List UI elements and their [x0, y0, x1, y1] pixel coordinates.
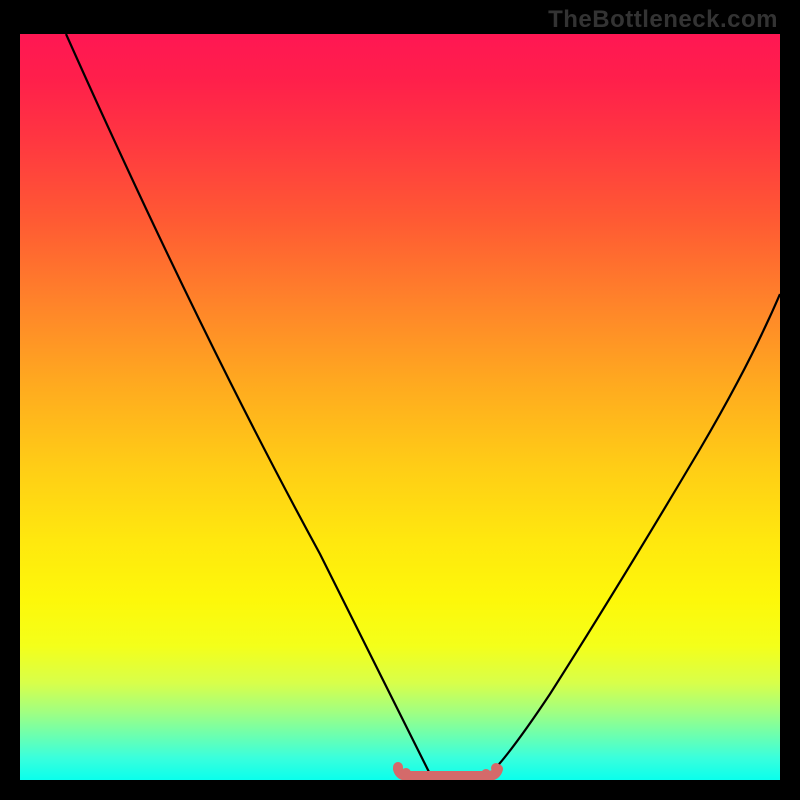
watermark-text: TheBottleneck.com [548, 6, 778, 34]
plot-area [20, 34, 780, 780]
baseline-marker [393, 762, 501, 780]
left-curve-line [66, 34, 430, 774]
right-curve-line [490, 294, 780, 774]
curve-overlay [20, 34, 780, 780]
chart-canvas: TheBottleneck.com [0, 0, 800, 800]
